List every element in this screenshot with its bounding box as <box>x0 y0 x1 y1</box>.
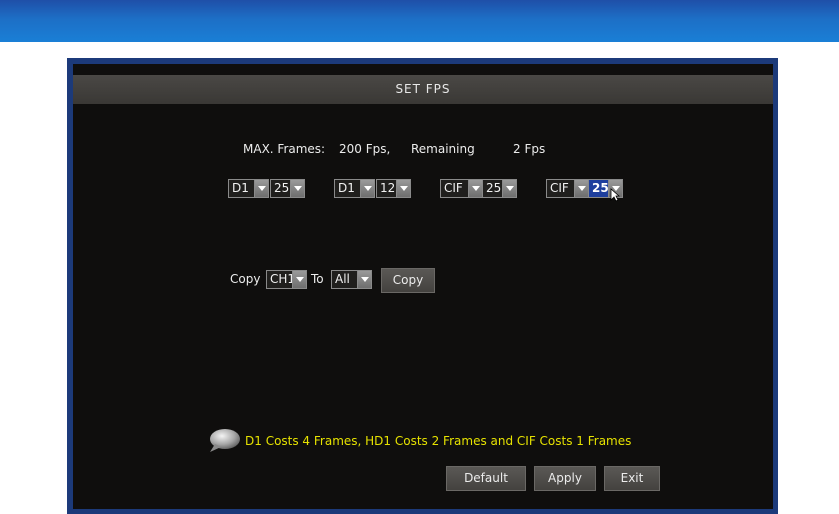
ch1-resolution-select[interactable]: D1 <box>228 179 269 198</box>
remaining-value: 2 Fps <box>513 142 546 156</box>
ch2-fps-select[interactable]: 12 <box>376 179 411 198</box>
ch1-resolution-value: D1 <box>228 179 255 198</box>
triangle-down-icon[interactable] <box>361 179 375 198</box>
ch1-fps-select[interactable]: 25 <box>270 179 305 198</box>
ch4-resolution-select[interactable]: CIF <box>546 179 589 198</box>
mouse-pointer-icon <box>610 188 620 202</box>
max-frames-value: 200 Fps, <box>339 142 391 156</box>
exit-button[interactable]: Exit <box>604 466 660 491</box>
copy-button[interactable]: Copy <box>381 268 435 293</box>
ch3-resolution-value: CIF <box>440 179 469 198</box>
dvr-screen: SET FPS MAX. Frames: 200 Fps, Remaining … <box>73 64 773 509</box>
copy-from-value: CH1 <box>266 270 293 289</box>
triangle-down-icon[interactable] <box>255 179 269 198</box>
remaining-label: Remaining <box>411 142 475 156</box>
ch2-fps-value: 12 <box>376 179 397 198</box>
ch3-resolution-select[interactable]: CIF <box>440 179 483 198</box>
triangle-down-icon[interactable] <box>503 179 517 198</box>
ch2-resolution-select[interactable]: D1 <box>334 179 375 198</box>
apply-button[interactable]: Apply <box>534 466 596 491</box>
default-button[interactable]: Default <box>446 466 526 491</box>
triangle-down-icon[interactable] <box>291 179 305 198</box>
triangle-down-icon[interactable] <box>575 179 589 198</box>
copy-label: Copy <box>230 272 261 286</box>
copy-to-value: All <box>331 270 358 289</box>
copy-to-label: To <box>311 272 324 286</box>
triangle-down-icon[interactable] <box>469 179 483 198</box>
triangle-down-icon[interactable] <box>397 179 411 198</box>
triangle-down-icon[interactable] <box>358 270 372 289</box>
ch1-fps-value: 25 <box>270 179 291 198</box>
speech-bubble-icon <box>210 429 240 452</box>
ch2-resolution-value: D1 <box>334 179 361 198</box>
max-frames-label: MAX. Frames: <box>243 142 326 156</box>
top-banner <box>0 0 839 42</box>
ch4-resolution-value: CIF <box>546 179 575 198</box>
copy-from-select[interactable]: CH1 <box>266 270 307 289</box>
ch4-fps-value: 25 <box>588 179 609 198</box>
ch3-fps-value: 25 <box>482 179 503 198</box>
triangle-down-icon[interactable] <box>293 270 307 289</box>
copy-to-select[interactable]: All <box>331 270 372 289</box>
dialog-title: SET FPS <box>73 75 773 104</box>
frame-cost-hint: D1 Costs 4 Frames, HD1 Costs 2 Frames an… <box>245 434 632 448</box>
ch3-fps-select[interactable]: 25 <box>482 179 517 198</box>
